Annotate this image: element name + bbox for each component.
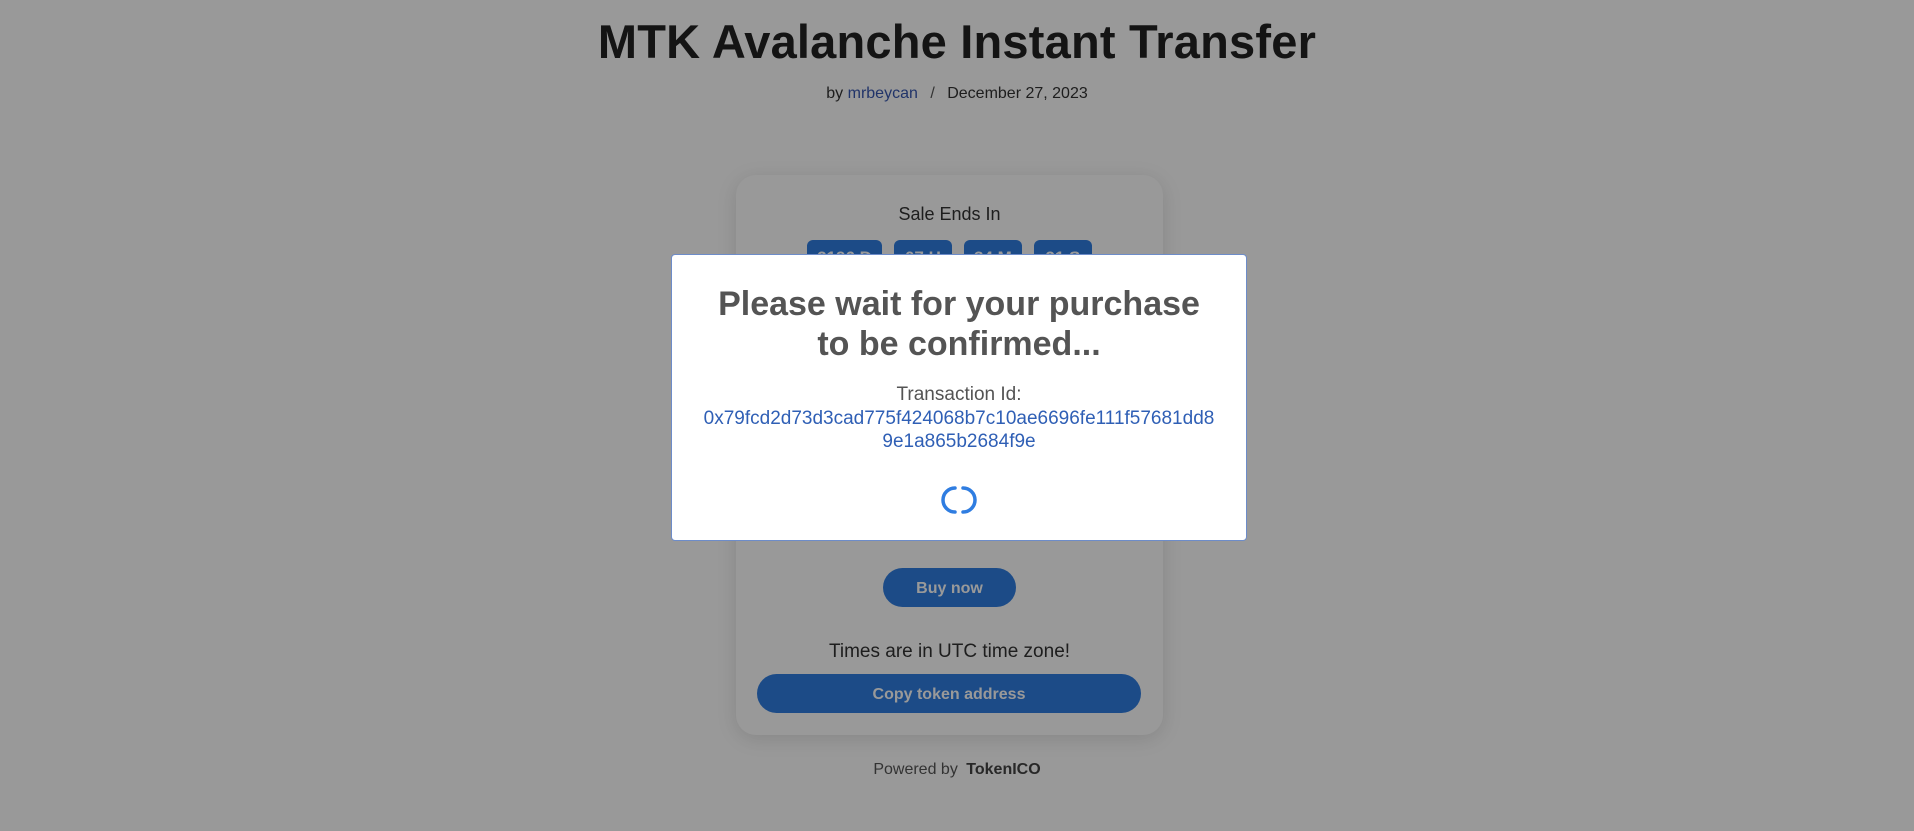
modal-title: Please wait for your purchase to be conf… xyxy=(718,285,1200,363)
transaction-id-link[interactable]: 0x79fcd2d73d3cad775f424068b7c10ae6696fe1… xyxy=(700,407,1218,453)
confirmation-modal: Please wait for your purchase to be conf… xyxy=(671,254,1247,541)
loading-spinner-icon xyxy=(941,486,977,514)
transaction-id-label: Transaction Id: xyxy=(896,384,1022,405)
